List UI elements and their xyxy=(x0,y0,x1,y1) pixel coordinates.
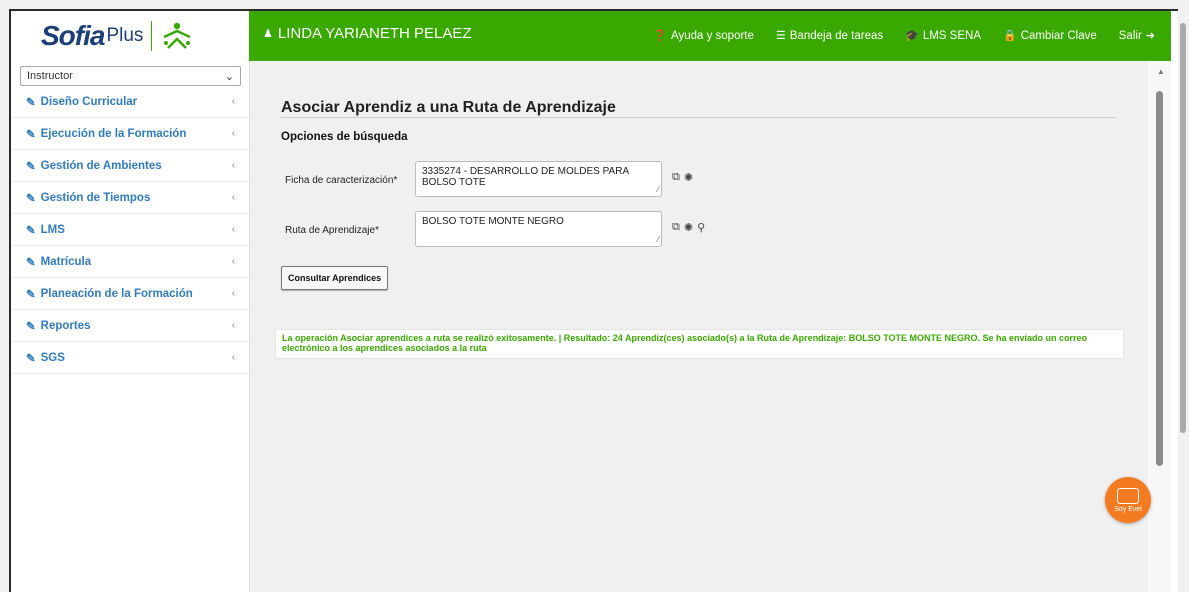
edit-icon: ✎ xyxy=(26,288,36,301)
lms-sena-link[interactable]: 🎓 LMS SENA xyxy=(905,29,981,43)
change-password-link[interactable]: 🔒 Cambiar Clave xyxy=(1003,29,1097,43)
logout-icon: ➜ xyxy=(1145,30,1155,42)
page-scrollbar[interactable] xyxy=(1178,9,1189,592)
chevron-left-icon: ‹ xyxy=(231,352,235,363)
logout-link[interactable]: Salir ➜ xyxy=(1118,29,1155,43)
edit-icon: ✎ xyxy=(26,192,36,205)
lock-icon: 🔒 xyxy=(1003,30,1017,42)
task-inbox-link[interactable]: ☰ Bandeja de tareas xyxy=(775,29,884,43)
sidebar-item-reportes[interactable]: ✎ Reportes ‹ xyxy=(11,310,249,342)
chevron-left-icon: ‹ xyxy=(231,320,235,331)
chevron-left-icon: ‹ xyxy=(231,96,235,107)
chevron-left-icon: ‹ xyxy=(231,256,235,267)
task-inbox-label: Bandeja de tareas xyxy=(789,29,884,42)
ruta-value: BOLSO TOTE MONTE NEGRO xyxy=(422,216,564,227)
logo-divider xyxy=(151,21,153,51)
sidebar-item-ejecucion-formacion[interactable]: ✎ Ejecución de la Formación ‹ xyxy=(11,118,249,150)
user-name: LINDA YARIANETH PELAEZ xyxy=(277,25,472,42)
search-icon[interactable]: ⚲ xyxy=(697,221,705,234)
ficha-value: 3335274 - DESARROLLO DE MOLDES PARA BOLS… xyxy=(422,166,629,188)
chevron-left-icon: ‹ xyxy=(231,128,235,139)
help-label: Ayuda y soporte xyxy=(670,29,754,42)
resize-handle-icon[interactable]: ⁄ xyxy=(658,184,659,195)
sidebar-item-label: Gestión de Ambientes xyxy=(40,159,162,172)
sidebar-item-label: Diseño Curricular xyxy=(40,95,138,108)
chat-assistant-label: Soy Evel xyxy=(1114,505,1142,513)
help-link[interactable]: ❓ Ayuda y soporte xyxy=(653,29,754,43)
chevron-left-icon: ‹ xyxy=(231,224,235,235)
lms-sena-label: LMS SENA xyxy=(922,29,981,42)
sidebar-item-diseno-curricular[interactable]: ✎ Diseño Curricular ‹ xyxy=(11,86,249,118)
sidebar-item-label: Gestión de Tiempos xyxy=(40,191,151,204)
logout-label: Salir xyxy=(1118,29,1142,42)
clear-broom-icon[interactable]: ✺ xyxy=(684,171,693,184)
page-scrollbar-thumb[interactable] xyxy=(1180,23,1186,433)
sidebar-item-lms[interactable]: ✎ LMS ‹ xyxy=(11,214,249,246)
logo-sofia-text: Sofia xyxy=(41,20,105,51)
clear-broom-icon[interactable]: ✺ xyxy=(684,221,693,234)
chat-assistant-button[interactable]: Soy Evel xyxy=(1105,477,1151,523)
edit-icon: ✎ xyxy=(26,320,36,333)
edit-icon: ✎ xyxy=(26,352,36,365)
sidebar-item-label: Reportes xyxy=(40,319,91,332)
top-nav: ❓ Ayuda y soporte ☰ Bandeja de tareas 🎓 … xyxy=(653,29,1155,43)
role-select-value: Instructor xyxy=(27,70,73,82)
sena-logo-icon xyxy=(163,22,191,49)
sidebar-item-label: SGS xyxy=(40,351,65,364)
ruta-label: Ruta de Aprendizaje* xyxy=(285,225,379,236)
sidebar-item-label: Planeación de la Formación xyxy=(40,287,193,300)
sidebar-item-gestion-ambientes[interactable]: ✎ Gestión de Ambientes ‹ xyxy=(11,150,249,182)
title-divider xyxy=(281,117,1116,118)
edit-icon: ✎ xyxy=(26,256,36,269)
logo-plus-text: Plus xyxy=(106,25,144,46)
copy-icon[interactable]: ⧉ xyxy=(672,221,680,234)
consultar-aprendices-button[interactable]: Consultar Aprendices xyxy=(281,266,389,290)
section-heading: Opciones de búsqueda xyxy=(281,131,408,143)
ficha-textarea[interactable]: 3335274 - DESARROLLO DE MOLDES PARA BOLS… xyxy=(415,161,662,197)
success-message: La operación Asociar aprendices a ruta s… xyxy=(275,329,1124,359)
sidebar-item-label: LMS xyxy=(40,223,65,236)
content-scrollbar[interactable]: ▲ xyxy=(1149,61,1171,592)
sidebar-item-label: Ejecución de la Formación xyxy=(40,127,187,140)
role-select[interactable]: Instructor ⌄ xyxy=(20,66,241,86)
help-icon: ❓ xyxy=(653,30,667,42)
sidebar-item-matricula[interactable]: ✎ Matrícula ‹ xyxy=(11,246,249,278)
sidebar-item-planeacion-formacion[interactable]: ✎ Planeación de la Formación ‹ xyxy=(11,278,249,310)
ruta-actions: ⧉ ✺ ⚲ xyxy=(672,221,705,234)
edit-icon: ✎ xyxy=(26,160,36,173)
sidebar-item-gestion-tiempos[interactable]: ✎ Gestión de Tiempos ‹ xyxy=(11,182,249,214)
chevron-left-icon: ‹ xyxy=(231,160,235,171)
change-password-label: Cambiar Clave xyxy=(1020,29,1097,42)
main-content: Asociar Aprendiz a una Ruta de Aprendiza… xyxy=(250,61,1148,592)
sidebar-item-label: Matrícula xyxy=(40,255,92,268)
ficha-actions: ⧉ ✺ xyxy=(672,171,693,184)
ruta-textarea[interactable]: BOLSO TOTE MONTE NEGRO ⁄ xyxy=(415,211,662,247)
top-navbar: ♟ LINDA YARIANETH PELAEZ ❓ Ayuda y sopor… xyxy=(249,11,1171,61)
inbox-icon: ☰ xyxy=(775,30,786,42)
copy-icon[interactable]: ⧉ xyxy=(672,171,680,184)
edit-icon: ✎ xyxy=(26,96,36,109)
ficha-label: Ficha de caracterización* xyxy=(285,175,398,186)
app-frame: Sofia Plus ♟ LINDA YARIANETH PELAEZ ❓ Ay… xyxy=(9,9,1178,592)
user-icon: ♟ xyxy=(263,28,273,40)
header: Sofia Plus ♟ LINDA YARIANETH PELAEZ ❓ Ay… xyxy=(11,11,1171,61)
edit-icon: ✎ xyxy=(26,224,36,237)
scroll-up-icon[interactable]: ▲ xyxy=(1157,67,1165,76)
chevron-down-icon: ⌄ xyxy=(224,70,234,83)
scrollbar-thumb[interactable] xyxy=(1156,91,1163,466)
graduation-cap-icon: 🎓 xyxy=(905,30,919,42)
page-title: Asociar Aprendiz a una Ruta de Aprendiza… xyxy=(281,99,616,116)
sidebar-item-sgs[interactable]: ✎ SGS ‹ xyxy=(11,342,249,374)
logo[interactable]: Sofia Plus xyxy=(11,11,249,61)
resize-handle-icon[interactable]: ⁄ xyxy=(658,234,659,245)
chevron-left-icon: ‹ xyxy=(231,288,235,299)
edit-icon: ✎ xyxy=(26,128,36,141)
user-menu[interactable]: ♟ LINDA YARIANETH PELAEZ xyxy=(263,25,472,42)
chevron-left-icon: ‹ xyxy=(231,192,235,203)
robot-face-icon xyxy=(1117,487,1139,504)
sidebar: Instructor ⌄ ✎ Diseño Curricular ‹ ✎ Ejecu… xyxy=(11,61,250,592)
